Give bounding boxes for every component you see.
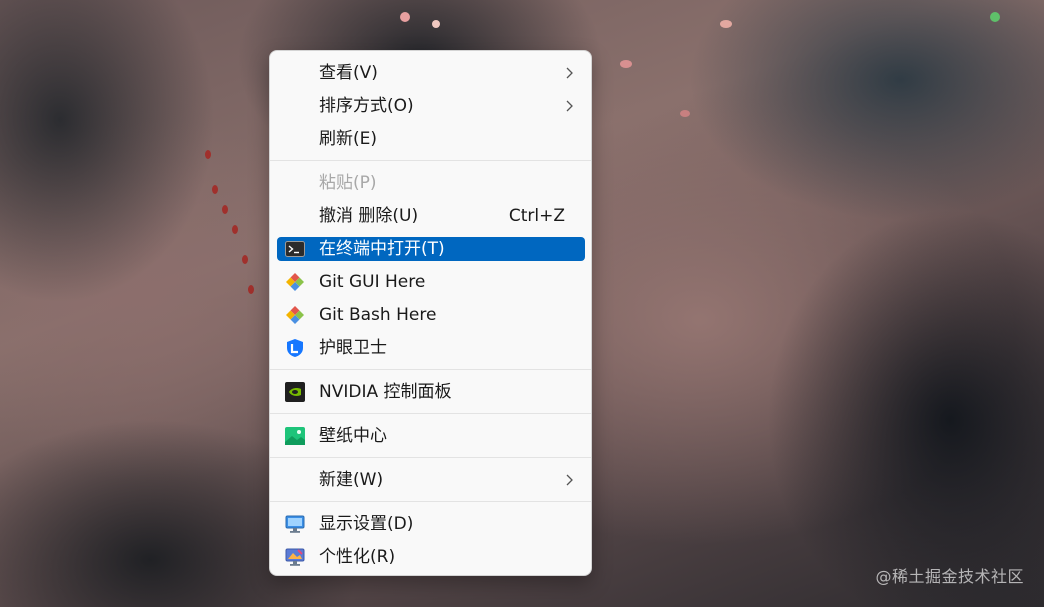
menu-separator — [270, 413, 591, 414]
menu-item-label: NVIDIA 控制面板 — [319, 382, 452, 402]
wallpaper-dot — [248, 285, 254, 294]
chevron-right-icon — [566, 67, 573, 79]
desktop-context-menu: 查看(V) 排序方式(O) 刷新(E) 粘贴(P) 撤消 删除(U) Ctrl+… — [269, 50, 592, 576]
menu-item-view[interactable]: 查看(V) — [277, 61, 585, 85]
eye-guard-icon — [287, 339, 303, 357]
menu-separator — [270, 160, 591, 161]
menu-item-label: 查看(V) — [319, 63, 378, 83]
menu-item-git-bash[interactable]: Git Bash Here — [277, 303, 585, 327]
menu-item-paste[interactable]: 粘贴(P) — [277, 171, 585, 195]
menu-item-git-gui[interactable]: Git GUI Here — [277, 270, 585, 294]
personalize-icon — [285, 548, 305, 566]
terminal-icon — [285, 241, 305, 257]
chevron-right-icon — [566, 100, 573, 112]
wallpaper-dot — [432, 20, 440, 28]
menu-item-shortcut: Ctrl+Z — [508, 206, 565, 226]
watermark: @稀土掘金技术社区 — [875, 567, 1024, 586]
menu-item-undo-delete[interactable]: 撤消 删除(U) Ctrl+Z — [277, 204, 585, 228]
menu-item-label: 在终端中打开(T) — [319, 239, 445, 259]
menu-item-refresh[interactable]: 刷新(E) — [277, 127, 585, 151]
menu-item-wallpaper-center[interactable]: 壁纸中心 — [277, 424, 585, 448]
menu-item-label: 粘贴(P) — [319, 173, 377, 193]
wallpaper-dot — [205, 150, 211, 159]
wallpaper-dot — [242, 255, 248, 264]
menu-item-label: 个性化(R) — [319, 547, 396, 567]
wallpaper-icon — [285, 427, 305, 445]
menu-item-label: 护眼卫士 — [319, 338, 387, 358]
nvidia-icon — [285, 382, 305, 402]
menu-item-label: 壁纸中心 — [319, 426, 387, 446]
wallpaper-dot — [720, 20, 732, 28]
wallpaper-dot — [680, 110, 690, 117]
wallpaper-dot — [222, 205, 228, 214]
chevron-right-icon — [566, 474, 573, 486]
wallpaper-dot — [990, 12, 1000, 22]
menu-separator — [270, 501, 591, 502]
menu-item-label: 显示设置(D) — [319, 514, 414, 534]
menu-item-display-settings[interactable]: 显示设置(D) — [277, 512, 585, 536]
menu-separator — [270, 457, 591, 458]
wallpaper-dot — [212, 185, 218, 194]
wallpaper-dot — [232, 225, 238, 234]
menu-item-eye-guard[interactable]: 护眼卫士 — [277, 336, 585, 360]
menu-item-open-in-terminal[interactable]: 在终端中打开(T) — [277, 237, 585, 261]
menu-item-label: Git Bash Here — [319, 305, 437, 325]
menu-item-label: 排序方式(O) — [319, 96, 414, 116]
git-icon — [286, 306, 304, 324]
display-settings-icon — [285, 515, 305, 533]
menu-item-label: 刷新(E) — [319, 129, 378, 149]
menu-item-sort-by[interactable]: 排序方式(O) — [277, 94, 585, 118]
menu-item-label: Git GUI Here — [319, 272, 426, 292]
wallpaper-dot — [620, 60, 632, 68]
menu-item-nvidia-control-panel[interactable]: NVIDIA 控制面板 — [277, 380, 585, 404]
menu-item-label: 新建(W) — [319, 470, 384, 490]
menu-item-new[interactable]: 新建(W) — [277, 468, 585, 492]
wallpaper-dot — [400, 12, 410, 22]
menu-separator — [270, 369, 591, 370]
git-icon — [286, 273, 304, 291]
menu-item-label: 撤消 删除(U) — [319, 206, 419, 226]
menu-item-personalize[interactable]: 个性化(R) — [277, 545, 585, 569]
